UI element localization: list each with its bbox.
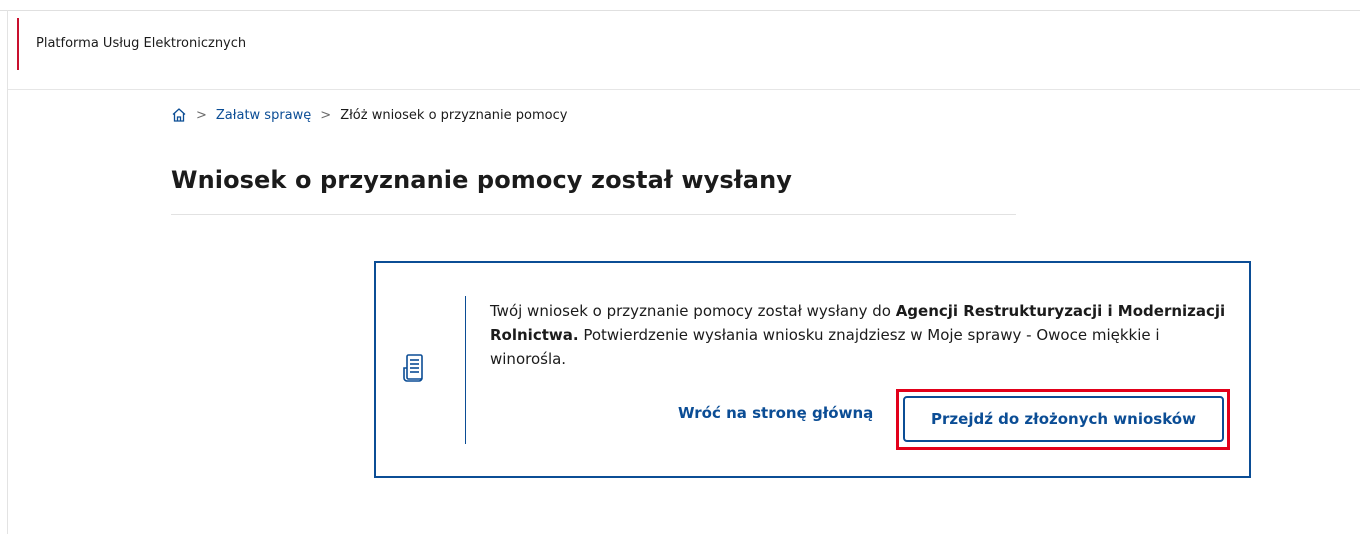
message-part-2: Potwierdzenie wysłania wniosku znajdzies…: [490, 326, 1160, 368]
window-top-edge: [0, 0, 1360, 11]
site-title[interactable]: Platforma Usług Elektronicznych: [36, 36, 246, 51]
document-list-icon: [403, 354, 423, 382]
title-divider: [171, 214, 1016, 215]
go-to-submitted-applications-button[interactable]: Przejdź do złożonych wniosków: [903, 396, 1224, 442]
message-part-1: Twój wniosek o przyznanie pomocy został …: [490, 302, 896, 320]
page-title: Wniosek o przyznanie pomocy został wysła…: [171, 166, 793, 194]
panel-divider: [465, 296, 466, 444]
breadcrumb-item-zalatw-sprawe[interactable]: Załatw sprawę: [216, 108, 311, 123]
breadcrumb-item-current: Złóż wniosek o przyznanie pomocy: [340, 107, 568, 123]
header-accent-bar: [17, 18, 19, 70]
confirmation-message: Twój wniosek o przyznanie pomocy został …: [490, 299, 1230, 371]
breadcrumb-separator: >: [196, 107, 207, 123]
home-icon[interactable]: [171, 107, 187, 123]
breadcrumb-separator: >: [320, 107, 332, 123]
site-header: Platforma Usług Elektronicznych: [8, 11, 1360, 90]
back-to-home-link[interactable]: Wróć na stronę główną: [678, 404, 873, 422]
breadcrumb: > Załatw sprawę > Złóż wniosek o przyzna…: [171, 107, 567, 123]
